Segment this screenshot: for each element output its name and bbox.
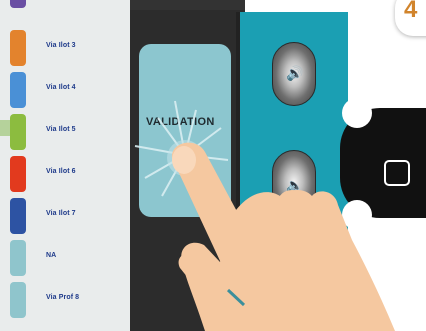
list-color-tab <box>10 282 26 318</box>
validation-label: VALIDATION <box>146 116 215 128</box>
list-item-label: Via Ilot 4 <box>46 84 76 91</box>
list-item[interactable]: Via Ilot 3 <box>0 30 132 66</box>
list-item[interactable]: Via Ilot 5 <box>0 114 132 150</box>
volume-up-icon: 🔊 <box>286 65 304 81</box>
list-item-label: Via Ilot 5 <box>46 126 76 133</box>
list-color-tab <box>10 30 26 66</box>
step-number: 4 <box>404 0 418 23</box>
screen: Via Ilot 3 Via Ilot 4 Via Ilot 5 Via Ilo… <box>0 0 426 331</box>
volume-down-icon: 🔈 <box>286 177 304 193</box>
station-list: Via Ilot 3 Via Ilot 4 Via Ilot 5 Via Ilo… <box>0 0 132 331</box>
list-color-tab <box>10 156 26 192</box>
list-color-tab <box>10 72 26 108</box>
list-item-label: NA <box>46 252 57 259</box>
list-item-label: Via Ilot 7 <box>46 210 76 217</box>
volume-down-button[interactable]: 🔈 <box>272 150 316 214</box>
list-item[interactable]: NA <box>0 240 132 276</box>
list-item-label: Via Ilot 3 <box>46 42 76 49</box>
validation-button[interactable] <box>139 44 231 217</box>
list-color-tab <box>10 0 26 8</box>
list-color-tab <box>10 114 26 150</box>
device-notch <box>342 98 372 128</box>
volume-up-button[interactable]: 🔊 <box>272 42 316 106</box>
list-item[interactable]: Via Prof 8 <box>0 282 132 318</box>
list-color-tab <box>10 240 26 276</box>
list-item-label: Via Prof 8 <box>46 294 80 301</box>
list-item[interactable]: Via Ilot 6 <box>0 156 132 192</box>
device-notch <box>342 200 372 230</box>
list-item-label: Via Ilot 6 <box>46 168 76 175</box>
list-color-tab <box>10 198 26 234</box>
home-square-icon[interactable] <box>384 160 410 186</box>
list-item[interactable]: Via Ilot 4 <box>0 72 132 108</box>
list-item[interactable]: Via Ilot 7 <box>0 198 132 234</box>
edge-marker <box>0 120 10 136</box>
